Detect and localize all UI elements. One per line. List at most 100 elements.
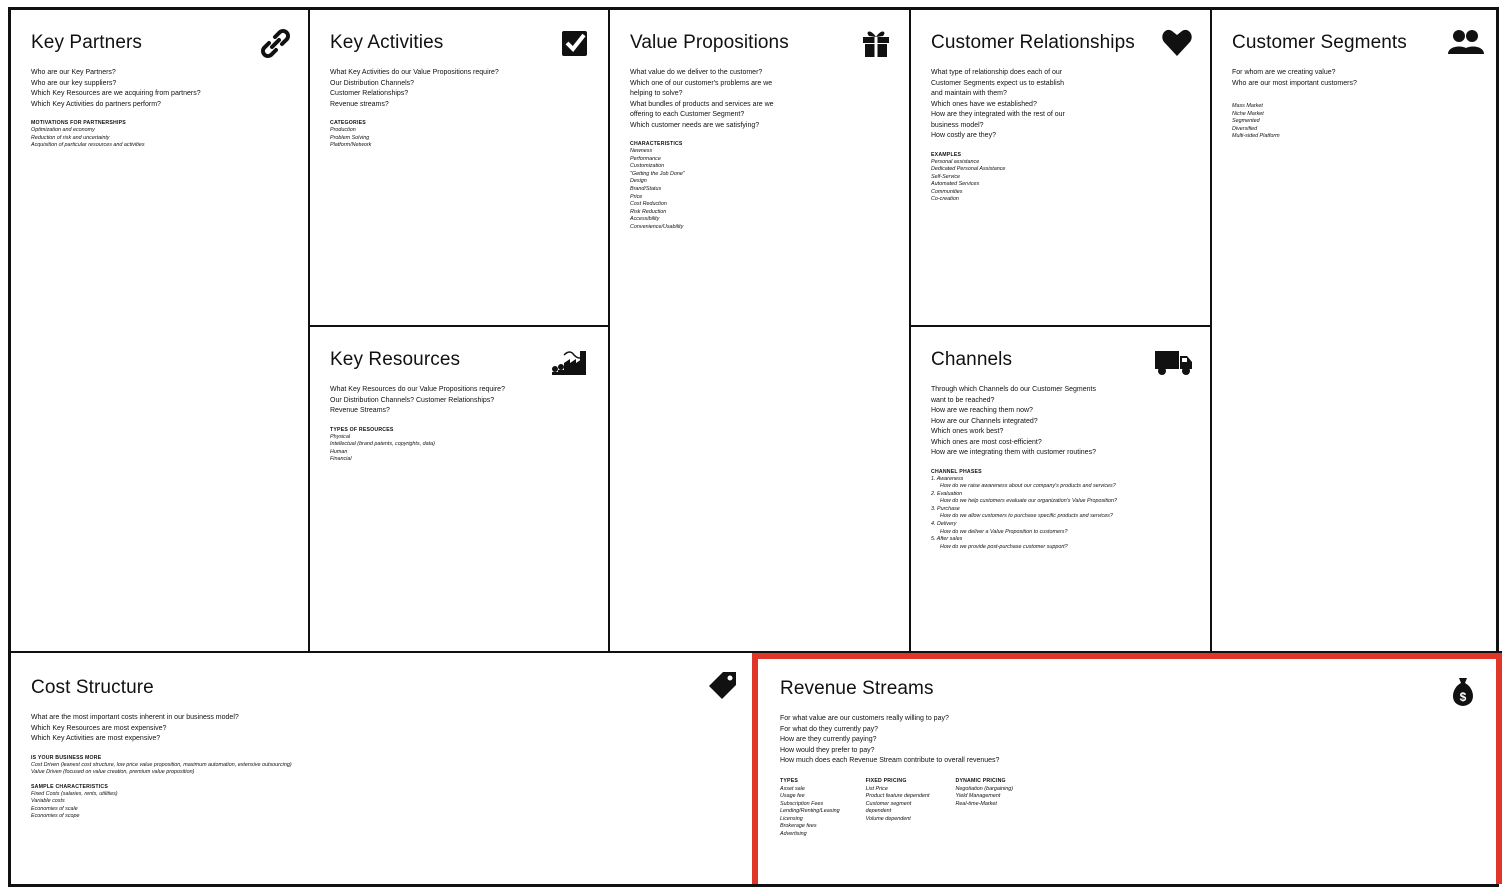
question-line: Who are our most important customers? <box>1232 79 1357 87</box>
phase-question: How do we raise awareness about our comp… <box>940 483 1116 490</box>
list-item: Performance <box>630 155 661 162</box>
list-item: Mass Market <box>1232 103 1263 109</box>
phase-name: 1. Awareness <box>931 475 964 482</box>
list-item: Cost Reduction <box>630 201 667 208</box>
question-line: How are we integrating them with custome… <box>931 449 1096 456</box>
list-item: Economies of scope <box>31 813 80 820</box>
section-items: Personal assistance Dedicated Personal As… <box>931 159 1190 205</box>
list-item: Diversified <box>1232 125 1258 132</box>
question-line: How much does each Revenue Stream contri… <box>780 757 1000 764</box>
question-line: Which ones have we established? <box>931 100 1037 108</box>
phase-name: 5. After sales <box>931 536 963 543</box>
questions: Who are our Key Partners? Who are our key… <box>31 68 288 110</box>
section-heading: TYPES OF RESOURCES <box>330 426 394 433</box>
question-line: Revenue Streams? <box>330 407 390 414</box>
list-item: Advertising <box>780 831 807 838</box>
list-item: Yield Management <box>955 793 1001 800</box>
block-title: Revenue Streams <box>780 678 934 699</box>
question-line: What type of relationship does each of o… <box>931 69 1063 76</box>
question-line: Which ones work best? <box>931 428 1004 435</box>
question-line: Which Key Activities are most expensive? <box>31 735 161 742</box>
list-item: Brokerage fees <box>780 823 817 830</box>
list-item: Intellectual (brand patents, copyrights,… <box>330 441 435 448</box>
question-line: Our Distribution Channels? Customer Rela… <box>330 396 495 404</box>
section-heading: CHANNEL PHASES <box>931 468 982 475</box>
column-heading: FIXED PRICING <box>865 777 907 784</box>
business-model-canvas: Key Partners Who are our Key Partners? Wh… <box>8 7 1502 887</box>
question-line: How are they integrated with the rest of… <box>931 111 1065 118</box>
question-line: Through which Channels do our Customer S… <box>931 386 1096 393</box>
list-item: Self-Service <box>931 173 961 180</box>
section-heading: CHARACTERISTICS <box>630 141 683 147</box>
list-item: Customization <box>630 163 665 170</box>
money-bag-icon: $ <box>1446 675 1480 709</box>
block-title: Channels <box>931 349 1013 370</box>
block-title: Customer Segments <box>1232 32 1407 53</box>
list-item: Subscription Fees <box>780 800 824 807</box>
truck-icon <box>1154 343 1194 377</box>
question-line: Which one of our customer's problems are… <box>630 79 773 87</box>
list-item: Price <box>630 193 643 200</box>
questions: What value do we deliver to the customer… <box>630 68 889 131</box>
block-title: Customer Relationships <box>931 32 1135 53</box>
phase-name: 4. Delivery <box>931 521 957 528</box>
list-item: Platform/Network <box>330 142 372 149</box>
question-line: Which Key Resources are we acquiring fro… <box>31 90 201 97</box>
customer-segments-block: Customer Segments For whom are we creati… <box>1212 10 1502 653</box>
section-heading: MOTIVATIONS FOR PARTNERSHIPS <box>31 120 126 126</box>
phase-question: How do we deliver a Value Proposition to… <box>940 528 1068 535</box>
list-item: Automated Services <box>931 181 980 188</box>
question-line: How are our Channels integrated? <box>931 417 1038 425</box>
question-line: What are the most important costs inhere… <box>31 714 239 721</box>
question-line: For whom are we creating value? <box>1232 69 1336 76</box>
customer-relationships-block: Customer Relationships What type of rela… <box>911 10 1212 327</box>
block-title: Key Activities <box>330 32 444 53</box>
questions: What Key Resources do our Value Proposit… <box>330 385 588 417</box>
phase-question: How do we allow customers to purchase sp… <box>940 513 1113 520</box>
list-item: Licensing <box>780 815 803 822</box>
question-line: What Key Resources do our Value Proposit… <box>330 386 505 393</box>
list-item: Dedicated Personal Assistance <box>931 166 1006 173</box>
list-item: Newness <box>630 148 653 154</box>
question-line: Which ones are most cost-efficient? <box>931 438 1042 446</box>
question-line: business model? <box>931 121 984 129</box>
section-items: Production Problem Solving Platform/Networ… <box>330 127 588 150</box>
questions: What Key Activities do our Value Proposi… <box>330 68 588 110</box>
list-item: Cost Driven (leanest cost structure, low… <box>31 761 292 768</box>
section-items: Fixed Costs (salaries, rents, utilities)… <box>31 791 732 821</box>
svg-text:$: $ <box>1460 690 1467 704</box>
value-propositions-block: Value Propositions What value do we deli… <box>610 10 911 653</box>
list-item: Multi-sided Platform <box>1232 133 1280 140</box>
list-item: Accessibility <box>630 216 660 223</box>
list-item: Value Driven (focused on value creation,… <box>31 769 195 776</box>
list-item: Brand/Status <box>630 185 662 192</box>
link-icon <box>258 26 292 60</box>
question-line: Which customer needs are we satisfying? <box>630 121 760 129</box>
question-line: What Key Activities do our Value Proposi… <box>330 69 499 76</box>
list-item: Real-time-Market <box>955 800 997 807</box>
block-title: Cost Structure <box>31 677 154 698</box>
question-line: Who are our Key Partners? <box>31 69 116 76</box>
phase-question: How do we help customers evaluate our or… <box>940 498 1118 505</box>
section-heading: IS YOUR BUSINESS MORE <box>31 754 102 761</box>
gift-icon <box>859 26 893 60</box>
list-item: dependent <box>865 808 892 815</box>
pricing-columns: TYPES Asset sale Usage fee Subscription Fee… <box>780 777 1474 839</box>
cost-structure-block: Cost Structure What are the most importa… <box>11 653 752 884</box>
section-items: Newness Performance Customization "Getting … <box>630 148 889 232</box>
list-item: Reduction of risk and uncertainty <box>31 134 110 141</box>
list-item: Production <box>330 127 356 133</box>
pricing-column: DYNAMIC PRICING Negotiation (bargaining) Y… <box>956 777 1014 839</box>
users-icon <box>1446 26 1486 60</box>
list-item: Asset sale <box>780 785 805 792</box>
questions: For what value are our customers really … <box>780 714 1474 767</box>
list-item: Co-creation <box>931 196 959 203</box>
question-line: For what do they currently pay? <box>780 725 879 733</box>
question-line: want to be reached? <box>931 396 995 404</box>
question-line: and maintain with them? <box>931 90 1007 97</box>
list-item: Physical <box>330 433 351 440</box>
heart-icon <box>1160 26 1194 60</box>
question-line: Which Key Activities do partners perform… <box>31 100 161 108</box>
list-item: Financial <box>330 456 352 463</box>
list-item: Product feature dependent <box>865 793 930 800</box>
